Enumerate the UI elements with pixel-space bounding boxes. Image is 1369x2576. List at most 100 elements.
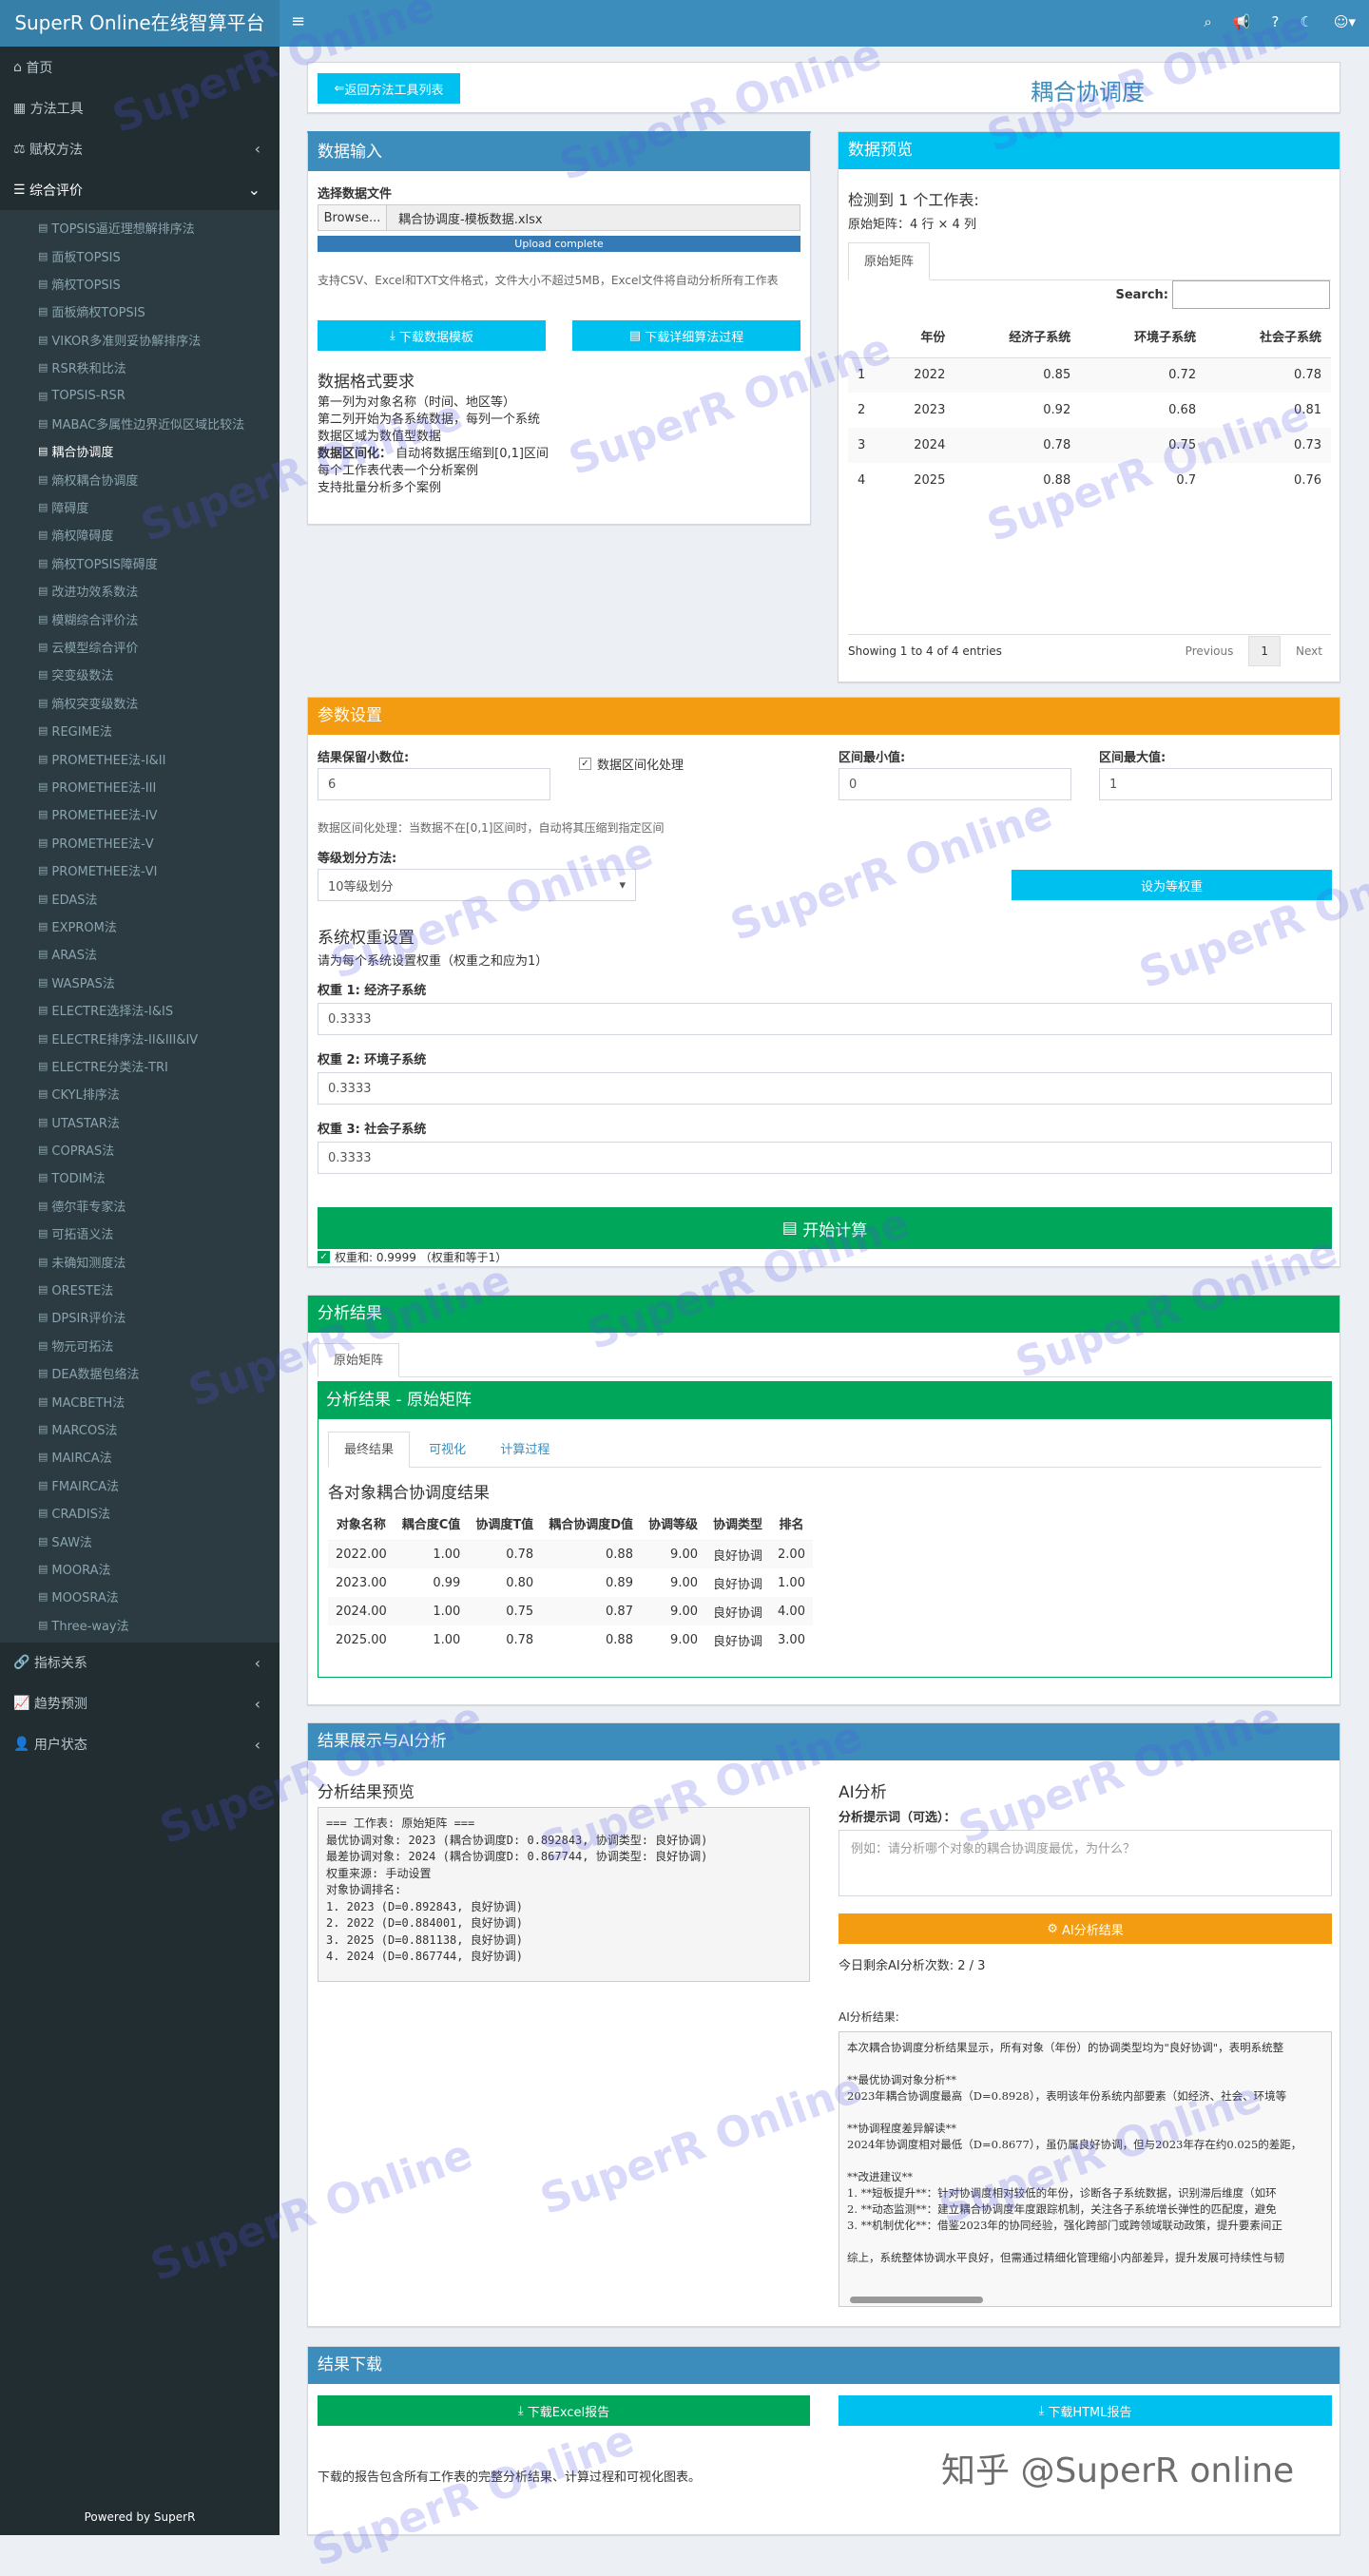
prompt-textarea[interactable]: 例如：请分析哪个对象的耦合协调度最优，为什么？ <box>839 1830 1332 1896</box>
sidebar-subitem[interactable]: ▤ 未确知测度法 <box>0 1247 280 1275</box>
grade-select[interactable]: 10等级划分 ▾ <box>318 869 636 901</box>
sidebar-subitem[interactable]: ▤ WASPAS法 <box>0 969 280 996</box>
sidebar-subitem[interactable]: ▤ 障碍度 <box>0 493 280 521</box>
sidebar-subitem[interactable]: ▤ VIKOR多准则妥协解排序法 <box>0 326 280 354</box>
sidebar-subitem[interactable]: ▤ 熵权耦合协调度 <box>0 466 280 493</box>
sidebar-subitem[interactable]: ▤ DEA数据包络法 <box>0 1359 280 1387</box>
sidebar-subitem[interactable]: ▤ 云模型综合评价 <box>0 633 280 661</box>
sidebar-subitem[interactable]: ▤ DPSIR评价法 <box>0 1303 280 1331</box>
start-calculation-button[interactable]: ▤ 开始计算 <box>318 1207 1332 1249</box>
previous-button[interactable]: Previous <box>1178 644 1242 658</box>
app-title[interactable]: SuperR Online在线智算平台 <box>0 0 280 47</box>
sidebar-subitem[interactable]: ▤ 面板熵权TOPSIS <box>0 298 280 325</box>
ai-analyze-button[interactable]: ⚙ AI分析结果 <box>839 1913 1332 1944</box>
weight-2-input[interactable]: 0.3333 <box>318 1072 1332 1105</box>
search-icon[interactable]: ⌕ <box>1204 13 1211 30</box>
sidebar-item-relation[interactable]: 🔗 指标关系 ‹ <box>0 1643 280 1683</box>
sidebar-subitem[interactable]: ▤ ELECTRE分类法-TRI <box>0 1052 280 1080</box>
sidebar-subitem[interactable]: ▤ 熵权突变级数法 <box>0 689 280 717</box>
browse-button[interactable]: Browse... <box>318 205 387 230</box>
sidebar-subitem[interactable]: ▤ 耦合协调度 <box>0 437 280 465</box>
sidebar-subitem[interactable]: ▤ CKYL排序法 <box>0 1080 280 1107</box>
sidebar-subitem[interactable]: ▤ MAIRCA法 <box>0 1443 280 1471</box>
sidebar-subitem[interactable]: ▤ 改进功效系数法 <box>0 577 280 605</box>
tab-visualization[interactable]: 可视化 <box>414 1432 481 1469</box>
tab-raw-matrix[interactable]: 原始矩阵 <box>848 242 931 280</box>
sidebar-subitem[interactable]: ▤ ORESTE法 <box>0 1276 280 1303</box>
file-input[interactable]: Browse... 耦合协调度-模板数据.xlsx <box>318 204 800 231</box>
sidebar-subitem[interactable]: ▤ 面板TOPSIS <box>0 241 280 269</box>
sidebar-subitem[interactable]: ▤ TODIM法 <box>0 1163 280 1191</box>
download-template-button[interactable]: ⤓ 下载数据模板 <box>318 320 546 351</box>
sidebar-subitem[interactable]: ▤ 可拓语义法 <box>0 1220 280 1247</box>
sidebar-subitem[interactable]: ▤ FMAIRCA法 <box>0 1471 280 1499</box>
next-button[interactable]: Next <box>1288 644 1330 658</box>
column-header[interactable]: 年份 <box>877 316 955 358</box>
max-input[interactable]: 1 <box>1099 768 1332 800</box>
sidebar-item-user[interactable]: 👤 用户状态 ‹ <box>0 1724 280 1765</box>
tab-raw-matrix[interactable]: 原始矩阵 <box>318 1343 400 1377</box>
tab-final-result[interactable]: 最终结果 <box>328 1432 411 1468</box>
sidebar-subitem[interactable]: ▤ PROMETHEE法-VI <box>0 856 280 884</box>
sidebar-subitem[interactable]: ▤ COPRAS法 <box>0 1136 280 1163</box>
sidebar-item-weighting[interactable]: ⚖ 赋权方法 ‹ <box>0 128 280 169</box>
weight-1-input[interactable]: 0.3333 <box>318 1003 1332 1035</box>
download-html-button[interactable]: ⤓ 下载HTML报告 <box>839 2395 1332 2426</box>
download-excel-button[interactable]: ⤓ 下载Excel报告 <box>318 2395 810 2426</box>
sidebar-subitem[interactable]: ▤ 熵权TOPSIS <box>0 270 280 298</box>
announcement-icon[interactable]: 📢 <box>1233 13 1251 30</box>
sidebar-subitem[interactable]: ▤ MABAC多属性边界近似区域比较法 <box>0 410 280 437</box>
sidebar-subitem[interactable]: ▤ 熵权TOPSIS障碍度 <box>0 549 280 577</box>
sidebar-subitem[interactable]: ▤ MOOSRA法 <box>0 1583 280 1610</box>
help-icon[interactable]: ? <box>1271 13 1279 30</box>
column-header[interactable]: 环境子系统 <box>1080 316 1206 358</box>
sidebar-subitem[interactable]: ▤ MOORA法 <box>0 1555 280 1583</box>
sidebar-subitem[interactable]: ▤ RSR秩和比法 <box>0 354 280 381</box>
sidebar-subitem[interactable]: ▤ ELECTRE排序法-II&III&IV <box>0 1024 280 1051</box>
sidebar-subitem[interactable]: ▤ PROMETHEE法-IV <box>0 800 280 828</box>
checkbox-icon[interactable]: ✓ <box>579 758 591 770</box>
sidebar-subitem[interactable]: ▤ UTASTAR法 <box>0 1108 280 1136</box>
sidebar-subitem[interactable]: ▤ 德尔菲专家法 <box>0 1192 280 1220</box>
column-header[interactable]: 经济子系统 <box>954 316 1081 358</box>
sidebar-item-home[interactable]: ⌂ 首页 <box>0 47 280 87</box>
tab-calculation[interactable]: 计算过程 <box>485 1432 565 1469</box>
page-1-button[interactable]: 1 <box>1248 636 1282 666</box>
sidebar-subitem[interactable]: ▤ 模糊综合评价法 <box>0 605 280 632</box>
sidebar-subitem[interactable]: ▤ PROMETHEE法-I&II <box>0 744 280 772</box>
user-menu-icon[interactable]: ☺▾ <box>1334 13 1356 30</box>
sidebar-subitem[interactable]: ▤ SAW法 <box>0 1527 280 1554</box>
min-input[interactable]: 0 <box>839 768 1071 800</box>
column-header[interactable]: 社会子系统 <box>1205 316 1331 358</box>
equal-weight-button[interactable]: 设为等权重 <box>1012 870 1332 900</box>
sidebar-subitem[interactable]: ▤ EDAS法 <box>0 884 280 912</box>
sidebar-subitem[interactable]: ▤ TOPSIS逼近理想解排序法 <box>0 214 280 241</box>
download-detail-button[interactable]: ▤ 下载详细算法过程 <box>572 320 800 351</box>
sidebar-subitem[interactable]: ▤ PROMETHEE法-V <box>0 829 280 856</box>
sidebar-subitem[interactable]: ▤ 熵权障碍度 <box>0 521 280 548</box>
decimals-input[interactable]: 6 <box>318 768 550 800</box>
back-button[interactable]: ⇐ 返回方法工具列表 <box>318 73 460 104</box>
search-input[interactable] <box>1172 280 1330 309</box>
sidebar-subitem[interactable]: ▤ PROMETHEE法-III <box>0 773 280 800</box>
sidebar-item-evaluation[interactable]: ☰ 综合评价 ⌄ <box>0 169 280 210</box>
sidebar-subitem[interactable]: ▤ TOPSIS-RSR <box>0 381 280 409</box>
sidebar-item-tools[interactable]: ▦ 方法工具 <box>0 87 280 128</box>
sidebar-subitem[interactable]: ▤ MARCOS法 <box>0 1415 280 1443</box>
weight-3-input[interactable]: 0.3333 <box>318 1142 1332 1174</box>
sidebar-subitem[interactable]: ▤ 突变级数法 <box>0 661 280 688</box>
dark-mode-icon[interactable]: ☾ <box>1300 13 1312 30</box>
sidebar-subitem[interactable]: ▤ ARAS法 <box>0 940 280 968</box>
normalize-checkbox[interactable]: ✓ 数据区间化处理 <box>579 755 684 773</box>
sidebar-subitem[interactable]: ▤ REGIME法 <box>0 717 280 744</box>
menu-toggle-icon[interactable]: ≡ <box>291 11 305 31</box>
pagination: Previous 1 Next <box>1178 636 1330 666</box>
sidebar-subitem[interactable]: ▤ MACBETH法 <box>0 1387 280 1414</box>
sidebar-subitem[interactable]: ▤ ELECTRE选择法-I&IS <box>0 996 280 1024</box>
sidebar-subitem[interactable]: ▤ CRADIS法 <box>0 1499 280 1527</box>
sidebar-subitem[interactable]: ▤ 物元可拓法 <box>0 1332 280 1359</box>
horizontal-scrollbar[interactable] <box>850 2297 983 2303</box>
sidebar-item-forecast[interactable]: 📈 趋势预测 ‹ <box>0 1683 280 1724</box>
sidebar-subitem[interactable]: ▤ Three-way法 <box>0 1611 280 1639</box>
sidebar-subitem[interactable]: ▤ EXPROM法 <box>0 913 280 940</box>
